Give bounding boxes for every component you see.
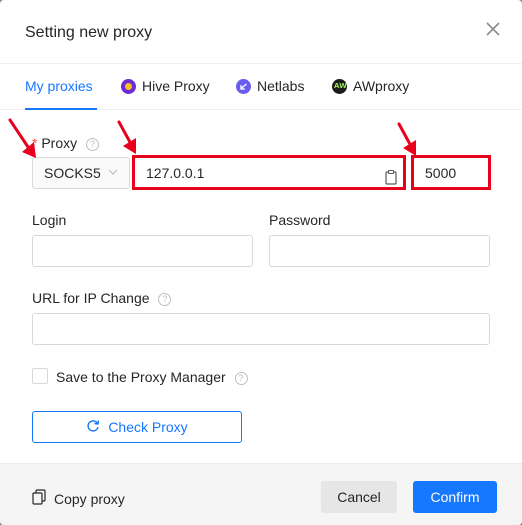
tab-hive-proxy[interactable]: Hive Proxy: [121, 78, 210, 110]
proxy-port-value: 5000: [425, 165, 457, 181]
awproxy-icon: AW: [332, 79, 347, 94]
copy-proxy-label: Copy proxy: [54, 490, 125, 507]
save-to-manager-text: Save to the Proxy Manager: [56, 369, 226, 385]
hive-proxy-icon: [121, 79, 136, 94]
login-input[interactable]: [32, 235, 253, 267]
login-label: Login: [32, 212, 67, 228]
tab-label: Netlabs: [257, 78, 305, 94]
tab-label: AWproxy: [353, 78, 410, 94]
chevron-down-icon: [108, 158, 118, 188]
dialog-footer: Copy proxy Cancel Confirm: [0, 463, 522, 525]
password-input[interactable]: [269, 235, 490, 267]
tab-label: My proxies: [25, 78, 93, 94]
ip-change-url-input[interactable]: [32, 313, 490, 345]
ip-change-label: URL for IP Change ?: [32, 290, 172, 306]
tab-label: Hive Proxy: [142, 78, 210, 94]
help-icon[interactable]: ?: [234, 372, 248, 385]
cancel-button[interactable]: Cancel: [321, 481, 397, 513]
annotation-arrow-icon: [117, 120, 136, 154]
check-proxy-button[interactable]: Check Proxy: [32, 411, 242, 443]
ip-change-label-text: URL for IP Change: [32, 290, 150, 306]
required-mark: *: [32, 135, 38, 151]
proxy-label-text: Proxy: [41, 135, 78, 151]
active-tab-indicator: [25, 108, 97, 110]
save-to-manager-checkbox[interactable]: [32, 368, 48, 384]
proxy-type-value: SOCKS5: [44, 165, 101, 181]
close-icon[interactable]: [482, 18, 504, 40]
netlabs-icon: [236, 79, 251, 94]
proxy-label: * Proxy ?: [32, 135, 100, 151]
tab-netlabs[interactable]: Netlabs: [236, 78, 304, 110]
proxy-host-value: 127.0.0.1: [146, 165, 205, 181]
copy-proxy-button[interactable]: Copy proxy: [32, 489, 125, 508]
confirm-label: Confirm: [430, 489, 480, 505]
proxy-dialog: Setting new proxy My proxies Hive Proxy …: [0, 0, 522, 525]
proxy-type-select[interactable]: SOCKS5: [32, 157, 130, 189]
cancel-label: Cancel: [337, 489, 381, 505]
proxy-port-input[interactable]: 5000: [413, 157, 490, 189]
tab-my-proxies[interactable]: My proxies: [25, 78, 93, 110]
help-icon[interactable]: ?: [158, 293, 172, 306]
dialog-header: Setting new proxy: [0, 0, 522, 64]
refresh-icon: [86, 419, 100, 436]
password-label: Password: [269, 212, 331, 228]
save-to-manager-label: Save to the Proxy Manager ?: [56, 369, 248, 385]
dialog-title: Setting new proxy: [25, 24, 153, 41]
annotation-arrow-icon: [397, 122, 416, 156]
tab-awproxy[interactable]: AW AWproxy: [332, 78, 409, 110]
proxy-host-input[interactable]: 127.0.0.1: [134, 157, 406, 189]
confirm-button[interactable]: Confirm: [413, 481, 497, 513]
clipboard-icon[interactable]: [384, 165, 398, 185]
proxy-source-tabs: My proxies Hive Proxy Netlabs AW AWproxy: [0, 64, 522, 110]
copy-icon: [32, 489, 46, 508]
help-icon[interactable]: ?: [86, 138, 100, 151]
check-proxy-label: Check Proxy: [108, 419, 188, 435]
